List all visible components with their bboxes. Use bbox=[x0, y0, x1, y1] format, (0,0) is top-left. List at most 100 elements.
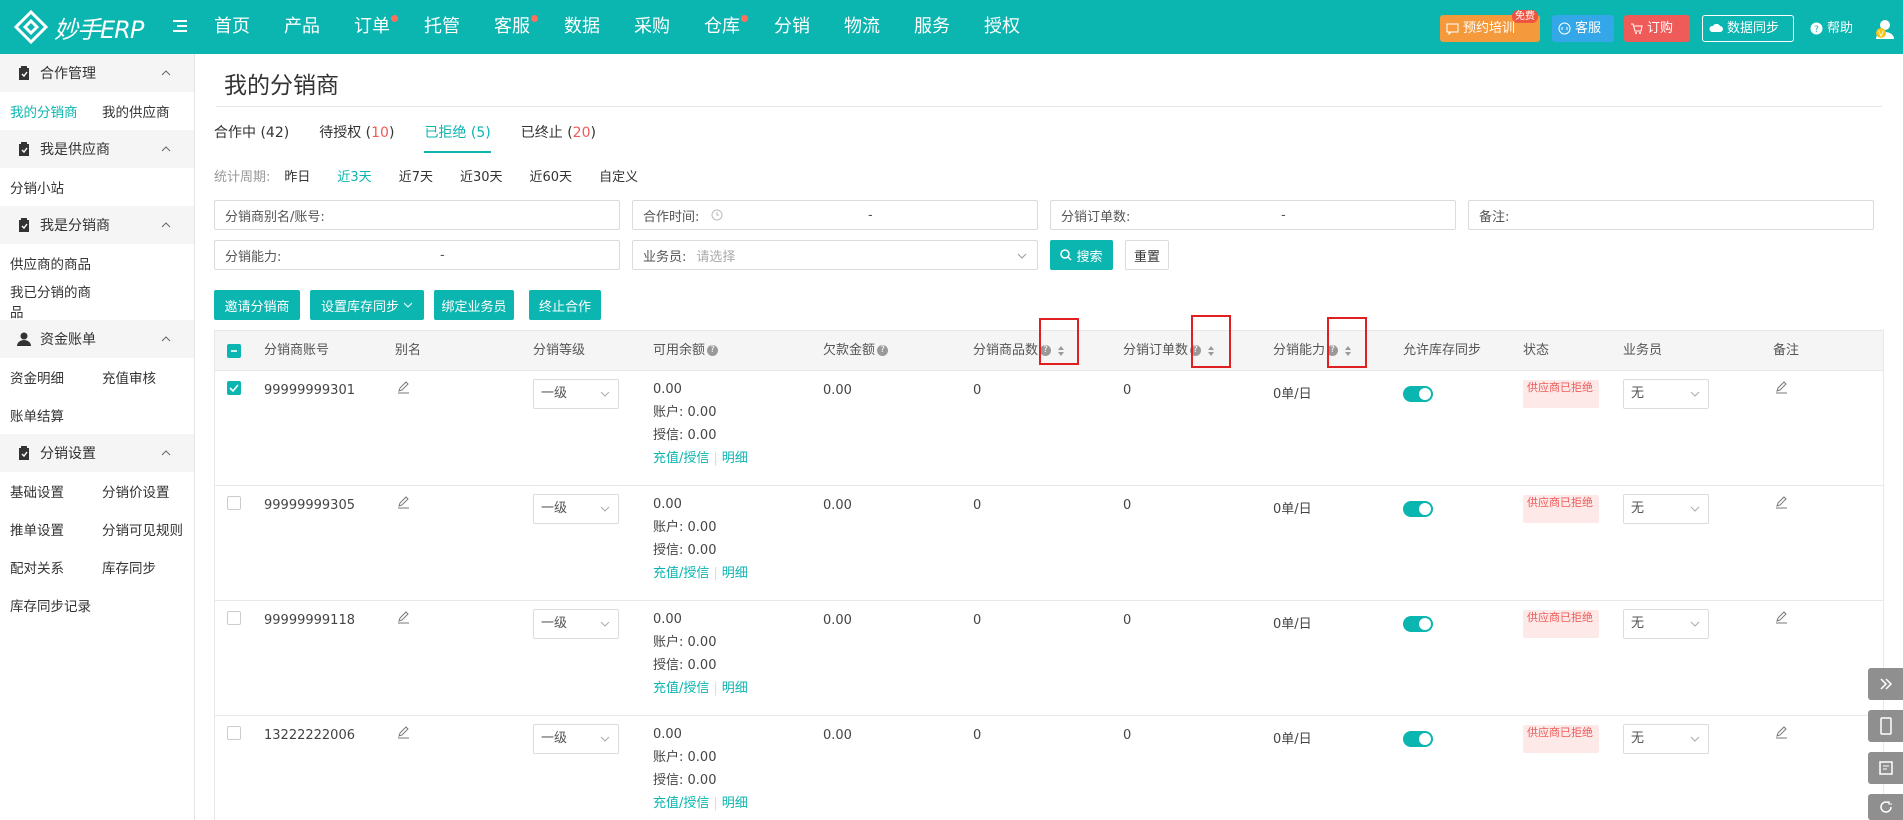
period-option[interactable]: 自定义 bbox=[599, 166, 638, 185]
alias-filter-input[interactable]: 分销商别名/账号: bbox=[214, 200, 620, 230]
nav-item[interactable]: 采购 bbox=[634, 0, 704, 54]
search-button[interactable]: 搜索 bbox=[1050, 240, 1113, 270]
nav-item[interactable]: 首页 bbox=[214, 0, 284, 54]
period-option[interactable]: 近60天 bbox=[530, 166, 573, 185]
help-button[interactable]: ? 帮助 bbox=[1804, 15, 1864, 42]
sidebar-item[interactable]: 我的分销商 bbox=[10, 101, 102, 121]
coop-time-filter[interactable]: 合作时间: - bbox=[632, 200, 1038, 230]
order-count-filter[interactable]: 分销订单数: - bbox=[1050, 200, 1456, 230]
edit-icon[interactable] bbox=[397, 496, 410, 509]
sidebar-item[interactable]: 我的供应商 bbox=[102, 101, 194, 121]
salesman-select[interactable]: 无 bbox=[1623, 494, 1709, 524]
stock-sync-toggle[interactable] bbox=[1403, 731, 1433, 747]
tab[interactable]: 已终止 (20) bbox=[521, 122, 596, 153]
nav-item[interactable]: 物流 bbox=[844, 0, 914, 54]
recharge-link[interactable]: 充值/授信 bbox=[653, 681, 709, 696]
nav-item[interactable]: 数据 bbox=[564, 0, 634, 54]
menu-toggle-icon[interactable] bbox=[172, 18, 188, 34]
nav-item[interactable]: 服务 bbox=[914, 0, 984, 54]
nav-item[interactable]: 仓库 bbox=[704, 0, 774, 54]
stock-sync-toggle[interactable] bbox=[1403, 501, 1433, 517]
level-select[interactable]: 一级 bbox=[533, 379, 619, 409]
order-button[interactable]: 订购 bbox=[1624, 15, 1690, 42]
period-option[interactable]: 近3天 bbox=[337, 166, 371, 185]
level-select[interactable]: 一级 bbox=[533, 494, 619, 524]
detail-link[interactable]: 明细 bbox=[722, 681, 748, 696]
nav-item[interactable]: 客服 bbox=[494, 0, 564, 54]
mobile-tool-button[interactable] bbox=[1868, 710, 1903, 742]
sidebar-item[interactable]: 库存同步记录 bbox=[10, 595, 102, 615]
row-checkbox[interactable] bbox=[227, 496, 241, 510]
stock-sync-dropdown-button[interactable]: 设置库存同步 bbox=[310, 290, 424, 320]
sidebar-item[interactable]: 库存同步 bbox=[102, 557, 194, 577]
edit-icon[interactable] bbox=[397, 611, 410, 624]
help-icon[interactable]: ? bbox=[877, 345, 889, 356]
sidebar-group[interactable]: 资金账单 bbox=[0, 320, 194, 358]
tab[interactable]: 待授权 (10) bbox=[319, 122, 394, 153]
reset-button[interactable]: 重置 bbox=[1125, 240, 1169, 270]
nav-item[interactable]: 分销 bbox=[774, 0, 844, 54]
feedback-tool-button[interactable] bbox=[1868, 752, 1903, 784]
sidebar-group[interactable]: 我是分销商 bbox=[0, 206, 194, 244]
row-checkbox[interactable] bbox=[227, 381, 241, 395]
collapse-tool-button[interactable] bbox=[1868, 668, 1903, 700]
level-select[interactable]: 一级 bbox=[533, 609, 619, 639]
period-option[interactable]: 近30天 bbox=[460, 166, 503, 185]
level-select[interactable]: 一级 bbox=[533, 724, 619, 754]
stock-sync-toggle[interactable] bbox=[1403, 386, 1433, 402]
ability-filter[interactable]: 分销能力: - bbox=[214, 240, 620, 270]
detail-link[interactable]: 明细 bbox=[722, 451, 748, 466]
sidebar-group[interactable]: 分销设置 bbox=[0, 434, 194, 472]
customer-service-button[interactable]: 客服 bbox=[1552, 15, 1614, 42]
sidebar-group[interactable]: 合作管理 bbox=[0, 54, 194, 92]
salesman-select[interactable]: 无 bbox=[1623, 609, 1709, 639]
sidebar-group[interactable]: 我是供应商 bbox=[0, 130, 194, 168]
edit-icon[interactable] bbox=[1775, 726, 1788, 739]
tab[interactable]: 合作中 (42) bbox=[214, 122, 289, 153]
terminate-coop-button[interactable]: 终止合作 bbox=[529, 290, 601, 320]
nav-item[interactable]: 产品 bbox=[284, 0, 354, 54]
refresh-tool-button[interactable] bbox=[1868, 794, 1903, 820]
invite-distributor-button[interactable]: 邀请分销商 bbox=[214, 290, 300, 320]
recharge-link[interactable]: 充值/授信 bbox=[653, 796, 709, 811]
nav-item[interactable]: 授权 bbox=[984, 0, 1054, 54]
avatar[interactable]: V bbox=[1874, 18, 1896, 40]
sidebar-item[interactable]: 我已分销的商品 bbox=[10, 281, 102, 321]
salesman-filter-select[interactable]: 业务员: 请选择 bbox=[632, 240, 1038, 270]
detail-link[interactable]: 明细 bbox=[722, 796, 748, 811]
recharge-link[interactable]: 充值/授信 bbox=[653, 451, 709, 466]
sidebar-item[interactable]: 分销小站 bbox=[10, 177, 102, 197]
sidebar-item[interactable]: 分销价设置 bbox=[102, 481, 194, 501]
nav-item[interactable]: 托管 bbox=[424, 0, 494, 54]
app-logo[interactable]: 妙手ERP bbox=[14, 10, 160, 44]
edit-icon[interactable] bbox=[1775, 381, 1788, 394]
period-option[interactable]: 近7天 bbox=[399, 166, 433, 185]
sidebar-item[interactable]: 推单设置 bbox=[10, 519, 102, 539]
select-all-checkbox[interactable] bbox=[227, 344, 241, 358]
edit-icon[interactable] bbox=[397, 381, 410, 394]
nav-item[interactable]: 订单 bbox=[354, 0, 424, 54]
help-icon[interactable]: ? bbox=[707, 345, 719, 356]
sidebar-item[interactable]: 分销可见规则 bbox=[102, 519, 194, 539]
sidebar-item[interactable]: 充值审核 bbox=[102, 367, 194, 387]
edit-icon[interactable] bbox=[1775, 611, 1788, 624]
salesman-select[interactable]: 无 bbox=[1623, 379, 1709, 409]
row-checkbox[interactable] bbox=[227, 726, 241, 740]
data-sync-button[interactable]: 数据同步 bbox=[1702, 15, 1794, 42]
sidebar-item[interactable]: 供应商的商品 bbox=[10, 253, 102, 273]
sidebar-item[interactable]: 基础设置 bbox=[10, 481, 102, 501]
edit-icon[interactable] bbox=[397, 726, 410, 739]
stock-sync-toggle[interactable] bbox=[1403, 616, 1433, 632]
row-checkbox[interactable] bbox=[227, 611, 241, 625]
edit-icon[interactable] bbox=[1775, 496, 1788, 509]
remark-filter-input[interactable]: 备注: bbox=[1468, 200, 1874, 230]
salesman-select[interactable]: 无 bbox=[1623, 724, 1709, 754]
sidebar-item[interactable]: 账单结算 bbox=[10, 405, 102, 425]
tab[interactable]: 已拒绝 (5) bbox=[424, 122, 491, 153]
recharge-link[interactable]: 充值/授信 bbox=[653, 566, 709, 581]
detail-link[interactable]: 明细 bbox=[722, 566, 748, 581]
sidebar-item[interactable]: 配对关系 bbox=[10, 557, 102, 577]
bind-salesman-button[interactable]: 绑定业务员 bbox=[434, 290, 514, 320]
sidebar-item[interactable]: 资金明细 bbox=[10, 367, 102, 387]
period-option[interactable]: 昨日 bbox=[284, 166, 310, 185]
